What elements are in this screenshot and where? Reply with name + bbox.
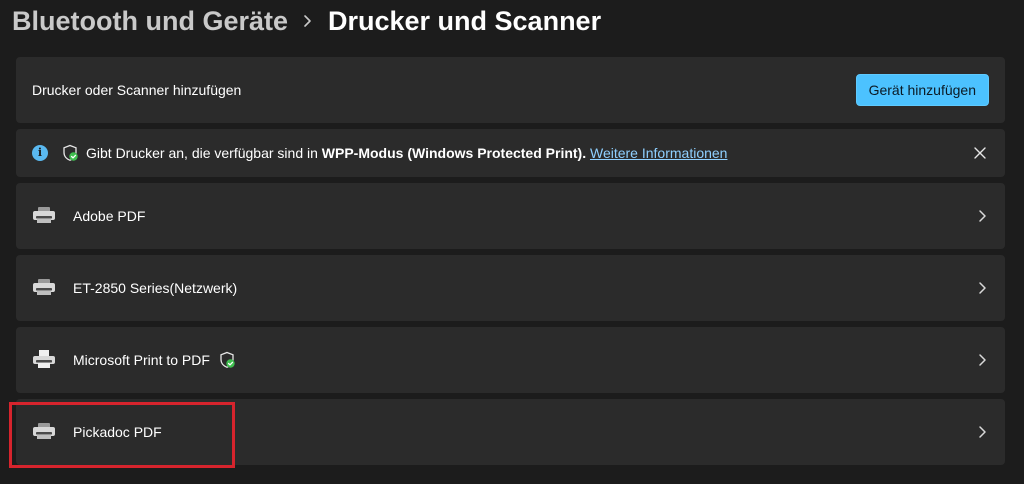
breadcrumb-parent[interactable]: Bluetooth und Geräte <box>12 6 288 37</box>
printer-row[interactable]: Pickadoc PDF <box>16 399 1005 465</box>
printer-name: ET-2850 Series(Netzwerk) <box>73 280 238 296</box>
shield-check-icon <box>63 144 78 161</box>
printer-pdf-icon <box>33 350 55 368</box>
breadcrumb-chevron-icon <box>288 2 328 40</box>
printer-row[interactable]: Adobe PDF <box>16 183 1005 249</box>
info-bar: i Gibt Drucker an, die verfügbar sind in… <box>16 129 1005 177</box>
add-device-label: Drucker oder Scanner hinzufügen <box>32 82 242 98</box>
printer-name: Pickadoc PDF <box>73 424 162 440</box>
info-text-prefix: Gibt Drucker an, die verfügbar sind in <box>86 145 322 161</box>
printer-name-container: Microsoft Print to PDF <box>73 351 236 369</box>
chevron-right-icon <box>979 354 986 366</box>
printer-row[interactable]: Microsoft Print to PDF <box>16 327 1005 393</box>
shield-check-icon <box>220 351 235 368</box>
printer-icon <box>33 207 55 223</box>
printer-row[interactable]: ET-2850 Series(Netzwerk) <box>16 255 1005 321</box>
chevron-right-icon <box>979 210 986 222</box>
add-device-button[interactable]: Gerät hinzufügen <box>855 74 989 106</box>
more-info-link[interactable]: Weitere Informationen <box>590 145 727 161</box>
close-icon[interactable] <box>973 146 987 160</box>
info-text-bold: WPP-Modus (Windows Protected Print). <box>321 145 587 161</box>
info-icon: i <box>32 145 48 161</box>
settings-page: Bluetooth und Geräte Drucker und Scanner… <box>0 0 1024 484</box>
add-device-card: Drucker oder Scanner hinzufügen Gerät hi… <box>16 57 1005 123</box>
breadcrumb: Bluetooth und Geräte Drucker und Scanner <box>12 2 601 40</box>
chevron-right-icon <box>979 426 986 438</box>
chevron-right-icon <box>979 282 986 294</box>
info-message: Gibt Drucker an, die verfügbar sind in W… <box>86 145 727 161</box>
printer-name: Adobe PDF <box>73 208 146 224</box>
page-title: Drucker und Scanner <box>328 5 602 36</box>
printer-name: Microsoft Print to PDF <box>73 352 210 368</box>
printer-icon <box>33 423 55 439</box>
printer-icon <box>33 279 55 295</box>
